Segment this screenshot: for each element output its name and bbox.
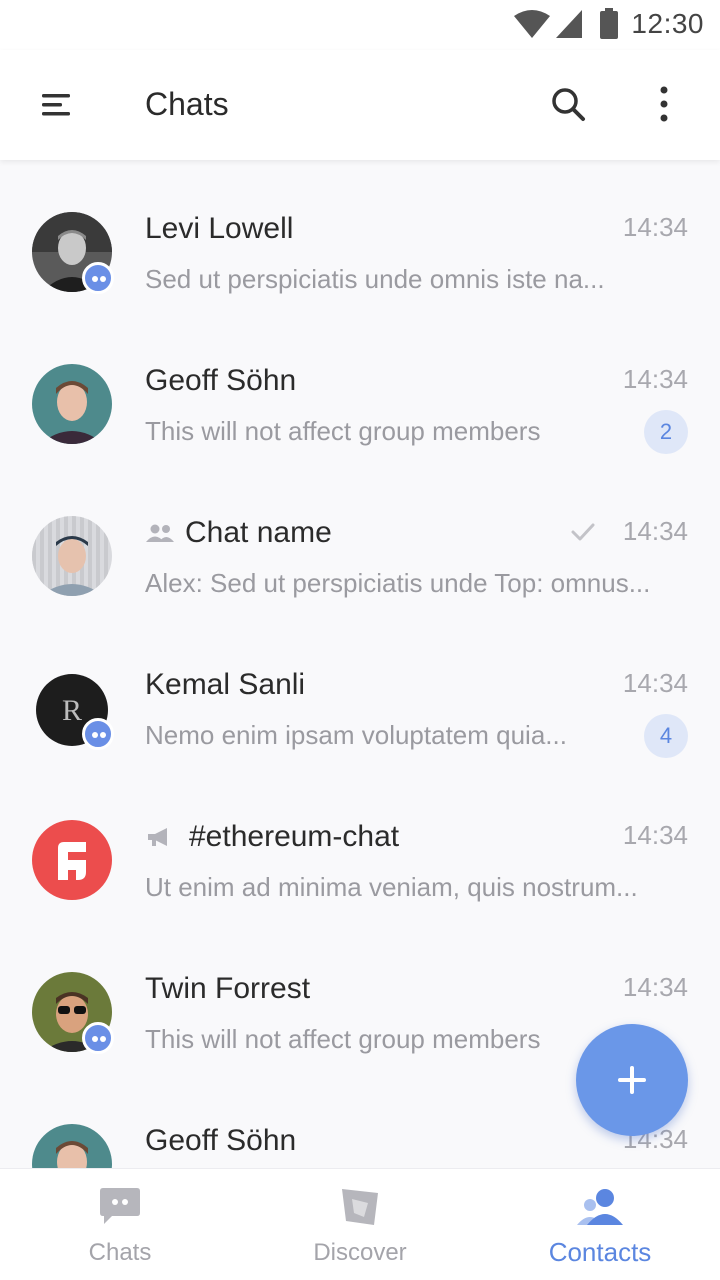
chat-name: #ethereum-chat — [145, 820, 399, 854]
avatar — [32, 516, 112, 596]
chat-time: 14:34 — [622, 972, 688, 1002]
chat-time: 14:34 — [622, 212, 688, 242]
chat-name: Geoff Söhn — [145, 1124, 296, 1158]
chat-preview: Alex: Sed ut perspiciatis unde Top: omnu… — [145, 568, 651, 598]
nav-tab-chats[interactable]: Chats — [0, 1169, 240, 1280]
more-options-icon[interactable] — [650, 84, 678, 124]
chat-name-text: Geoff Söhn — [145, 1124, 297, 1157]
megaphone-icon — [148, 828, 167, 846]
chat-row[interactable]: Chat name 14:34 Alex: Sed ut perspiciati… — [0, 464, 720, 616]
new-chat-fab-button[interactable] — [576, 1024, 688, 1136]
nav-tab-discover[interactable]: Discover — [240, 1169, 480, 1280]
battery-icon — [600, 8, 618, 39]
chat-time: 14:34 — [622, 516, 688, 546]
chat-name-text: Levi Lowell — [145, 212, 294, 245]
chat-preview: Ut enim ad minima veniam, quis nostrum..… — [145, 872, 638, 902]
chat-name: Levi Lowell — [145, 212, 293, 246]
discover-icon — [342, 1189, 378, 1225]
status-bar: 12:30 — [0, 0, 720, 50]
chat-preview: This will not affect group members — [145, 1024, 541, 1054]
chat-name-text: Kemal Sanli — [145, 668, 306, 701]
read-check-icon — [571, 523, 595, 541]
chat-preview: Nemo enim ipsam voluptatem quia... — [145, 720, 567, 750]
unread-count-badge: 2 — [644, 410, 688, 454]
chat-name-text: Geoff Söhn — [145, 364, 297, 397]
group-icon — [146, 524, 174, 542]
chat-list: Levi Lowell 14:34 Sed ut perspiciatis un… — [0, 160, 720, 1168]
chat-row[interactable]: Levi Lowell 14:34 Sed ut perspiciatis un… — [0, 160, 720, 312]
status-time: 12:30 — [631, 8, 704, 39]
nav-tab-contacts[interactable]: Contacts — [480, 1169, 720, 1280]
online-status-badge — [82, 262, 114, 294]
chat-row[interactable]: R Kemal Sanli 14:34 Nemo enim ipsam volu… — [0, 616, 720, 768]
chat-time: 14:34 — [622, 668, 688, 698]
chat-time: 14:34 — [622, 364, 688, 394]
chat-name: Geoff Söhn — [145, 364, 296, 398]
bottom-navigation: Chats Discover Contacts — [0, 1168, 720, 1280]
chat-name: Kemal Sanli — [145, 668, 305, 702]
chat-preview: Sed ut perspiciatis unde omnis iste na..… — [145, 264, 605, 294]
online-status-badge — [82, 718, 114, 750]
avatar — [32, 820, 112, 900]
chat-name-text: Twin Forrest — [145, 972, 311, 1005]
online-status-badge — [82, 1022, 114, 1054]
chat-time: 14:34 — [622, 820, 688, 850]
chat-name-text: Chat name — [185, 516, 332, 549]
search-icon[interactable] — [548, 84, 588, 124]
cellular-signal-icon — [556, 10, 582, 38]
unread-count-badge: 4 — [644, 714, 688, 758]
app-toolbar: Chats — [0, 50, 720, 160]
chat-row[interactable]: #ethereum-chat 14:34 Ut enim ad minima v… — [0, 768, 720, 920]
menu-icon[interactable] — [36, 88, 76, 122]
avatar — [32, 1124, 112, 1168]
chat-name: Twin Forrest — [145, 972, 310, 1006]
page-title: Chats — [145, 86, 229, 122]
contacts-icon — [577, 1189, 623, 1225]
nav-label: Chats — [88, 1239, 152, 1266]
chat-name: Chat name — [145, 516, 332, 550]
wifi-icon — [514, 10, 550, 38]
chat-name-text: #ethereum-chat — [189, 820, 400, 853]
chats-icon — [100, 1188, 140, 1224]
nav-label: Contacts — [548, 1237, 652, 1267]
chat-preview: This will not affect group members — [145, 416, 541, 446]
nav-label: Discover — [313, 1239, 407, 1266]
chat-row[interactable]: Geoff Söhn 14:34 This will not affect gr… — [0, 312, 720, 464]
svg-text:R: R — [62, 694, 82, 727]
avatar — [32, 364, 112, 444]
